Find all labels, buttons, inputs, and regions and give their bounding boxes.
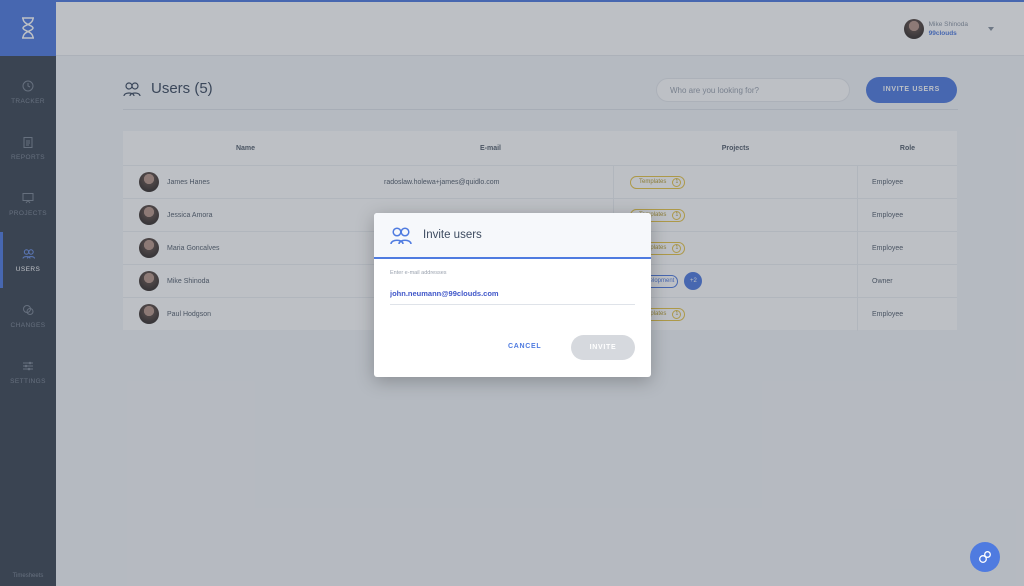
chat-icon <box>979 551 991 563</box>
users-icon <box>390 226 412 244</box>
chat-support-button[interactable] <box>970 542 1000 572</box>
dialog-title: Invite users <box>423 229 482 241</box>
cancel-button[interactable]: CANCEL <box>508 343 541 350</box>
invite-button[interactable]: INVITE <box>571 335 635 360</box>
email-field-label: Enter e-mail addresses <box>390 270 447 276</box>
email-field[interactable] <box>390 283 635 305</box>
invite-users-dialog: Invite users Enter e-mail addresses CANC… <box>374 213 651 377</box>
dialog-header: Invite users <box>374 213 651 259</box>
